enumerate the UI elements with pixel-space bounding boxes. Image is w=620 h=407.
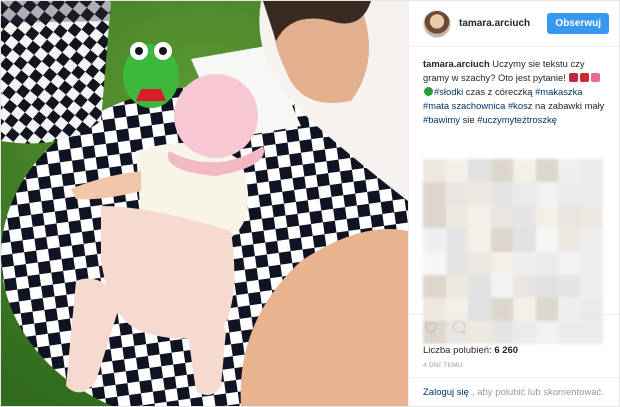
blur-tile [490, 297, 513, 321]
blur-tile [513, 251, 536, 275]
blur-tile [513, 274, 536, 298]
blur-tile [468, 159, 491, 183]
blur-tile [490, 251, 513, 275]
post-photo[interactable] [1, 1, 408, 406]
blur-tile [580, 297, 603, 321]
blur-tile [513, 159, 536, 183]
blur-tile [535, 320, 558, 344]
blur-tile [558, 228, 581, 252]
blur-tile [445, 320, 468, 344]
blur-tile [468, 205, 491, 229]
blur-tile [490, 182, 513, 206]
blur-tile [513, 205, 536, 229]
blur-tile [423, 320, 446, 344]
blur-tile [535, 205, 558, 229]
blur-tile [468, 251, 491, 275]
rose-icon [580, 73, 590, 82]
blur-tile [468, 228, 491, 252]
blur-tile [423, 251, 446, 275]
instagram-post: tamara.arciuch Obserwuj tamara.arciuch U… [0, 0, 620, 407]
blur-tile [423, 228, 446, 252]
blur-tile [535, 274, 558, 298]
blur-tile [490, 228, 513, 252]
blur-tile [558, 320, 581, 344]
blur-tile [535, 228, 558, 252]
blur-tile [468, 182, 491, 206]
hashtag-uczymytez[interactable]: #uczymyteżtroszkę [477, 114, 557, 125]
blur-tile [468, 274, 491, 298]
blur-tile [445, 251, 468, 275]
blur-tile [490, 320, 513, 344]
hashtag-mata[interactable]: #mata szachownica [423, 100, 505, 111]
tulip-icon [569, 73, 579, 82]
blur-tile [513, 320, 536, 344]
blur-tile [445, 159, 468, 183]
timestamp[interactable]: 4 DNI TEMU [409, 359, 619, 377]
blur-tile [535, 159, 558, 183]
blur-tile [423, 159, 446, 183]
username[interactable]: tamara.arciuch [459, 18, 547, 29]
login-prompt: Zaloguj się , aby polubić lub skomentowa… [409, 377, 619, 406]
blur-tile [535, 297, 558, 321]
blur-tile [490, 205, 513, 229]
blur-tile [445, 228, 468, 252]
blur-tile [535, 182, 558, 206]
blur-tile [423, 182, 446, 206]
blur-tile [423, 297, 446, 321]
hashtag-makaszka[interactable]: #makaszka [535, 86, 582, 97]
blur-tile [558, 159, 581, 183]
likes-row: Liczba polubień: 6 260 [409, 343, 619, 359]
blur-tile [490, 159, 513, 183]
blur-tile [580, 159, 603, 183]
caption-text-2: czas z córeczką [463, 86, 536, 97]
blur-tile [580, 251, 603, 275]
blossom-icon [591, 73, 601, 82]
photo-illustration [1, 1, 408, 406]
blur-tile [445, 205, 468, 229]
blur-tile [513, 297, 536, 321]
blur-tile [580, 274, 603, 298]
caption-text-8: na zabawki mały [532, 100, 605, 111]
blur-tile [423, 274, 446, 298]
login-link[interactable]: Zaloguj się [423, 387, 469, 398]
blur-tile [423, 205, 446, 229]
blur-tile [468, 297, 491, 321]
post-side-panel: tamara.arciuch Obserwuj tamara.arciuch U… [408, 1, 619, 406]
blur-tile [580, 182, 603, 206]
clover-icon [424, 87, 433, 96]
blur-tile [535, 251, 558, 275]
blur-tile [580, 205, 603, 229]
hashtag-bawimy[interactable]: #bawimy [423, 114, 460, 125]
blur-tile [558, 274, 581, 298]
blur-tile [580, 320, 603, 344]
blurred-comments [423, 159, 603, 344]
blur-tile [580, 228, 603, 252]
hashtag-slodki[interactable]: #słodki [434, 86, 463, 97]
blur-tile [558, 297, 581, 321]
caption: tamara.arciuch Uczymy sie tekstu czy gra… [423, 57, 605, 127]
blur-tile [490, 274, 513, 298]
hashtag-kosz[interactable]: #kosz [508, 100, 533, 111]
post-header: tamara.arciuch Obserwuj [409, 1, 619, 47]
likes-count[interactable]: 6 260 [494, 345, 518, 356]
post-body: tamara.arciuch Uczymy sie tekstu czy gra… [409, 47, 619, 344]
blur-tile [445, 182, 468, 206]
likes-label: Liczba polubień: [423, 345, 492, 356]
blur-tile [445, 274, 468, 298]
blur-tile [558, 251, 581, 275]
caption-username[interactable]: tamara.arciuch [423, 58, 490, 69]
follow-button[interactable]: Obserwuj [547, 13, 609, 34]
blur-tile [513, 182, 536, 206]
caption-text-10: sie [460, 114, 478, 125]
blur-tile [513, 228, 536, 252]
blur-tile [445, 297, 468, 321]
login-prompt-text: , aby polubić lub skomentować. [471, 386, 604, 398]
blur-tile [558, 205, 581, 229]
avatar[interactable] [423, 9, 451, 38]
blur-tile [558, 182, 581, 206]
blur-tile [468, 320, 491, 344]
